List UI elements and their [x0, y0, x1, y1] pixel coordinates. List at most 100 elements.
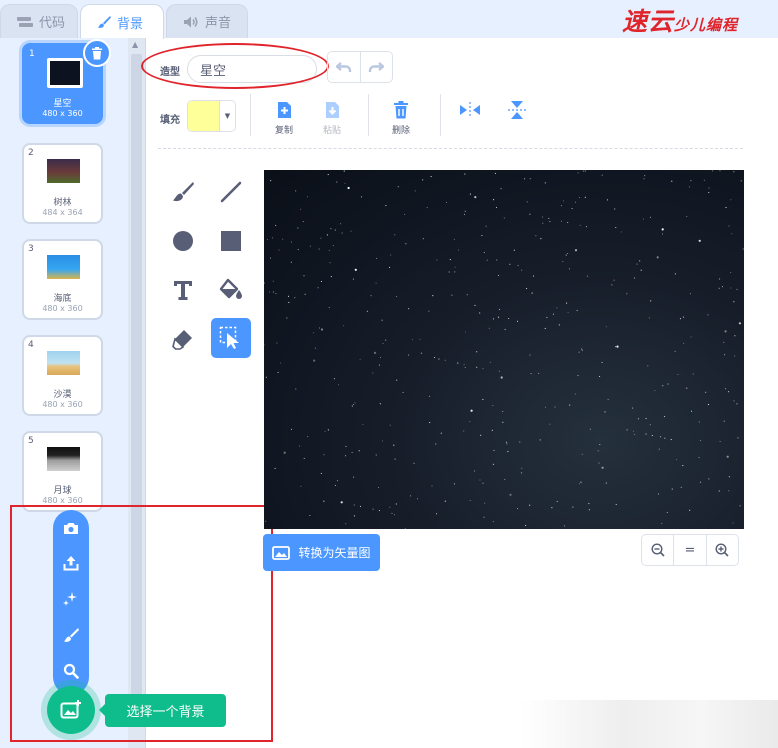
- choose-backdrop-search-button[interactable]: [61, 661, 81, 681]
- upload-from-camera-button[interactable]: [61, 518, 81, 538]
- backdrop-name: 月球: [53, 486, 72, 496]
- rectangle-tool[interactable]: [211, 221, 251, 261]
- tab-sounds[interactable]: 声音: [166, 4, 248, 38]
- choose-backdrop-tooltip: 选择一个背景: [99, 694, 226, 727]
- line-tool[interactable]: [211, 172, 251, 212]
- zoom-reset-button[interactable]: =: [673, 535, 705, 565]
- tab-sounds-label: 声音: [205, 16, 232, 31]
- backdrop-number: 5: [28, 436, 34, 446]
- flip-vertical-button[interactable]: [499, 100, 535, 123]
- paint-backdrop-button[interactable]: [61, 625, 81, 645]
- brand-logo: 速云少儿编程: [622, 2, 738, 38]
- zoom-out-icon: [651, 543, 665, 557]
- copy-label: 复制: [274, 126, 293, 136]
- undo-redo-group: [327, 51, 393, 83]
- select-tool[interactable]: [211, 318, 251, 358]
- eraser-tool[interactable]: [163, 319, 203, 359]
- backdrop-number: 2: [28, 148, 34, 158]
- brush-tool[interactable]: [163, 172, 203, 212]
- zoom-controls: =: [641, 534, 739, 566]
- paste-icon: [325, 102, 339, 118]
- sparkle-icon: [63, 592, 77, 606]
- backdrop-name: 沙漠: [53, 390, 72, 400]
- paste-label: 粘贴: [322, 126, 341, 136]
- select-cursor-icon: [219, 326, 239, 349]
- redo-button[interactable]: [359, 52, 392, 82]
- delete-label: 删除: [391, 126, 410, 136]
- bottom-right-blur: [520, 700, 778, 748]
- fill-color-swatch[interactable]: [188, 101, 220, 131]
- delete-backdrop-button[interactable]: [83, 39, 111, 67]
- toolbar-divider: [368, 94, 369, 136]
- flip-horizontal-icon: [460, 102, 480, 118]
- backdrop-size: 484 x 364: [42, 208, 83, 217]
- rectangle-icon: [221, 231, 241, 251]
- eraser-icon: [172, 330, 192, 350]
- flip-vertical-icon: [508, 101, 526, 119]
- backdrop-item-5[interactable]: 5 月球 480 x 360: [22, 431, 103, 512]
- scroll-up-arrow-icon[interactable]: ▲: [132, 40, 138, 49]
- backdrop-thumbnail-moon: [47, 447, 80, 471]
- backdrop-name-input[interactable]: [187, 55, 317, 83]
- backdrop-item-4[interactable]: 4 沙漠 480 x 360: [22, 335, 103, 416]
- undo-icon: [335, 62, 352, 72]
- paint-canvas[interactable]: [264, 170, 744, 529]
- trash-icon: [92, 46, 102, 59]
- backdrop-thumbnail-starry-sky: [47, 58, 83, 88]
- caret-down-icon[interactable]: ▼: [220, 101, 235, 131]
- code-blocks-icon: [17, 16, 33, 28]
- logo-sub-text: 少儿编程: [674, 16, 739, 34]
- surprise-button[interactable]: [61, 589, 81, 609]
- flip-horizontal-button[interactable]: [452, 100, 488, 123]
- convert-to-vector-button[interactable]: 转换为矢量图: [263, 534, 380, 571]
- fill-tool[interactable]: [211, 270, 251, 310]
- zoom-in-button[interactable]: [705, 535, 738, 565]
- upload-backdrop-button[interactable]: [61, 553, 81, 573]
- speaker-icon: [183, 15, 199, 29]
- brush-icon: [173, 182, 194, 202]
- tab-code[interactable]: 代码: [0, 4, 78, 38]
- paint-bucket-icon: [219, 278, 242, 299]
- zoom-in-icon: [715, 543, 729, 557]
- tab-backdrops[interactable]: 背景: [80, 4, 164, 39]
- toolbar-divider: [440, 94, 441, 136]
- toolbar-divider: [250, 94, 251, 136]
- copy-icon: [277, 102, 291, 118]
- name-label: 造型: [160, 67, 180, 78]
- upload-icon: [63, 556, 79, 571]
- tab-bar: 代码 背景 声音 速云少儿编程: [0, 0, 778, 39]
- copy-button[interactable]: 复制: [266, 100, 302, 136]
- text-icon: [174, 281, 192, 300]
- tab-backdrops-label: 背景: [117, 16, 144, 32]
- image-icon: [272, 545, 291, 560]
- starfield-image: [264, 170, 744, 529]
- text-tool[interactable]: [163, 270, 203, 310]
- search-icon: [63, 663, 79, 679]
- backdrop-size: 480 x 360: [42, 400, 83, 409]
- fill-color-picker[interactable]: ▼: [187, 100, 236, 132]
- add-backdrop-menu: [53, 510, 89, 695]
- tab-code-label: 代码: [39, 16, 66, 31]
- paste-button[interactable]: 粘贴: [314, 100, 350, 136]
- circle-tool[interactable]: [163, 221, 203, 261]
- backdrop-thumbnail-forest: [47, 159, 80, 183]
- logo-main-text: 速云: [622, 7, 675, 36]
- convert-to-vector-label: 转换为矢量图: [298, 546, 371, 560]
- choose-backdrop-button[interactable]: [47, 686, 95, 734]
- toolbar-dashed-divider: [158, 148, 743, 149]
- backdrop-item-2[interactable]: 2 树林 484 x 364: [22, 143, 103, 224]
- redo-icon: [369, 62, 385, 72]
- zoom-out-button[interactable]: [642, 535, 673, 565]
- delete-button[interactable]: 删除: [383, 100, 419, 136]
- undo-button[interactable]: [328, 52, 360, 82]
- backdrop-item-3[interactable]: 3 海底 480 x 360: [22, 239, 103, 320]
- backdrop-size: 480 x 360: [42, 496, 83, 505]
- backdrop-name: 星空: [53, 99, 72, 109]
- add-image-icon: [60, 700, 81, 719]
- scrollbar-thumb[interactable]: [131, 54, 142, 704]
- backdrop-name: 树林: [53, 198, 72, 208]
- brush-icon: [97, 15, 111, 29]
- camera-icon: [64, 523, 78, 534]
- backdrop-number: 1: [29, 49, 35, 59]
- backdrop-size: 480 x 360: [42, 109, 83, 118]
